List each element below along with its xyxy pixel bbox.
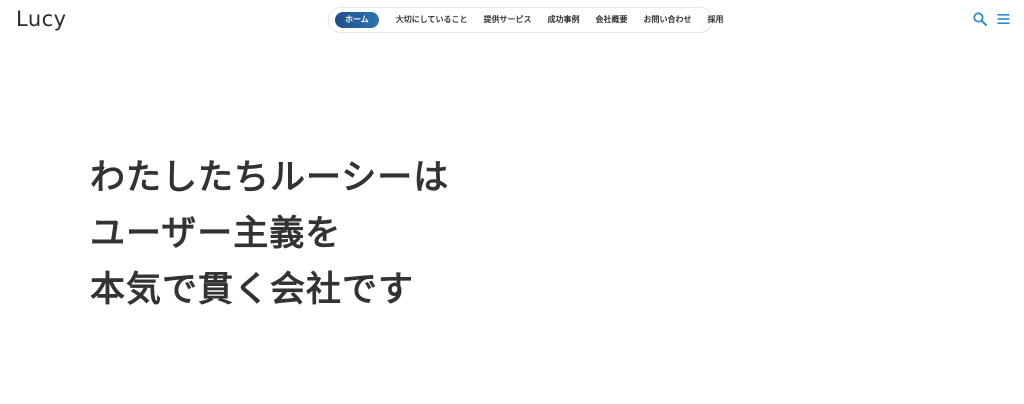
search-icon (973, 12, 987, 26)
hamburger-menu-icon (997, 14, 1010, 24)
site-logo[interactable]: Lucy (16, 6, 67, 32)
nav-item-services[interactable]: 提供サービス (484, 12, 532, 28)
menu-button[interactable] (996, 11, 1012, 27)
search-button[interactable] (972, 11, 988, 27)
nav-item-company[interactable]: 会社概要 (596, 12, 628, 28)
nav-item-case-studies[interactable]: 成功事例 (548, 12, 580, 28)
nav-item-values[interactable]: 大切にしていること (396, 12, 468, 28)
nav-item-recruit[interactable]: 採用 (708, 12, 724, 28)
nav-item-contact[interactable]: お問い合わせ (644, 12, 692, 28)
site-header: Lucy ホーム 大切にしていること 提供サービス 成功事例 会社概要 お問い合… (0, 0, 1024, 40)
hero-line-2: ユーザー主義を (90, 214, 342, 254)
nav-item-home[interactable]: ホーム (335, 12, 379, 28)
main-nav: ホーム 大切にしていること 提供サービス 成功事例 会社概要 お問い合わせ 採用 (328, 7, 724, 33)
hero-heading: わたしたちルーシーは ユーザー主義を 本気で貫く会社です (90, 150, 449, 318)
hero-line-1: わたしたちルーシーは (90, 158, 450, 198)
hero-section: わたしたちルーシーは ユーザー主義を 本気で貫く会社です (90, 150, 449, 318)
hero-line-3: 本気で貫く会社です (90, 270, 415, 310)
